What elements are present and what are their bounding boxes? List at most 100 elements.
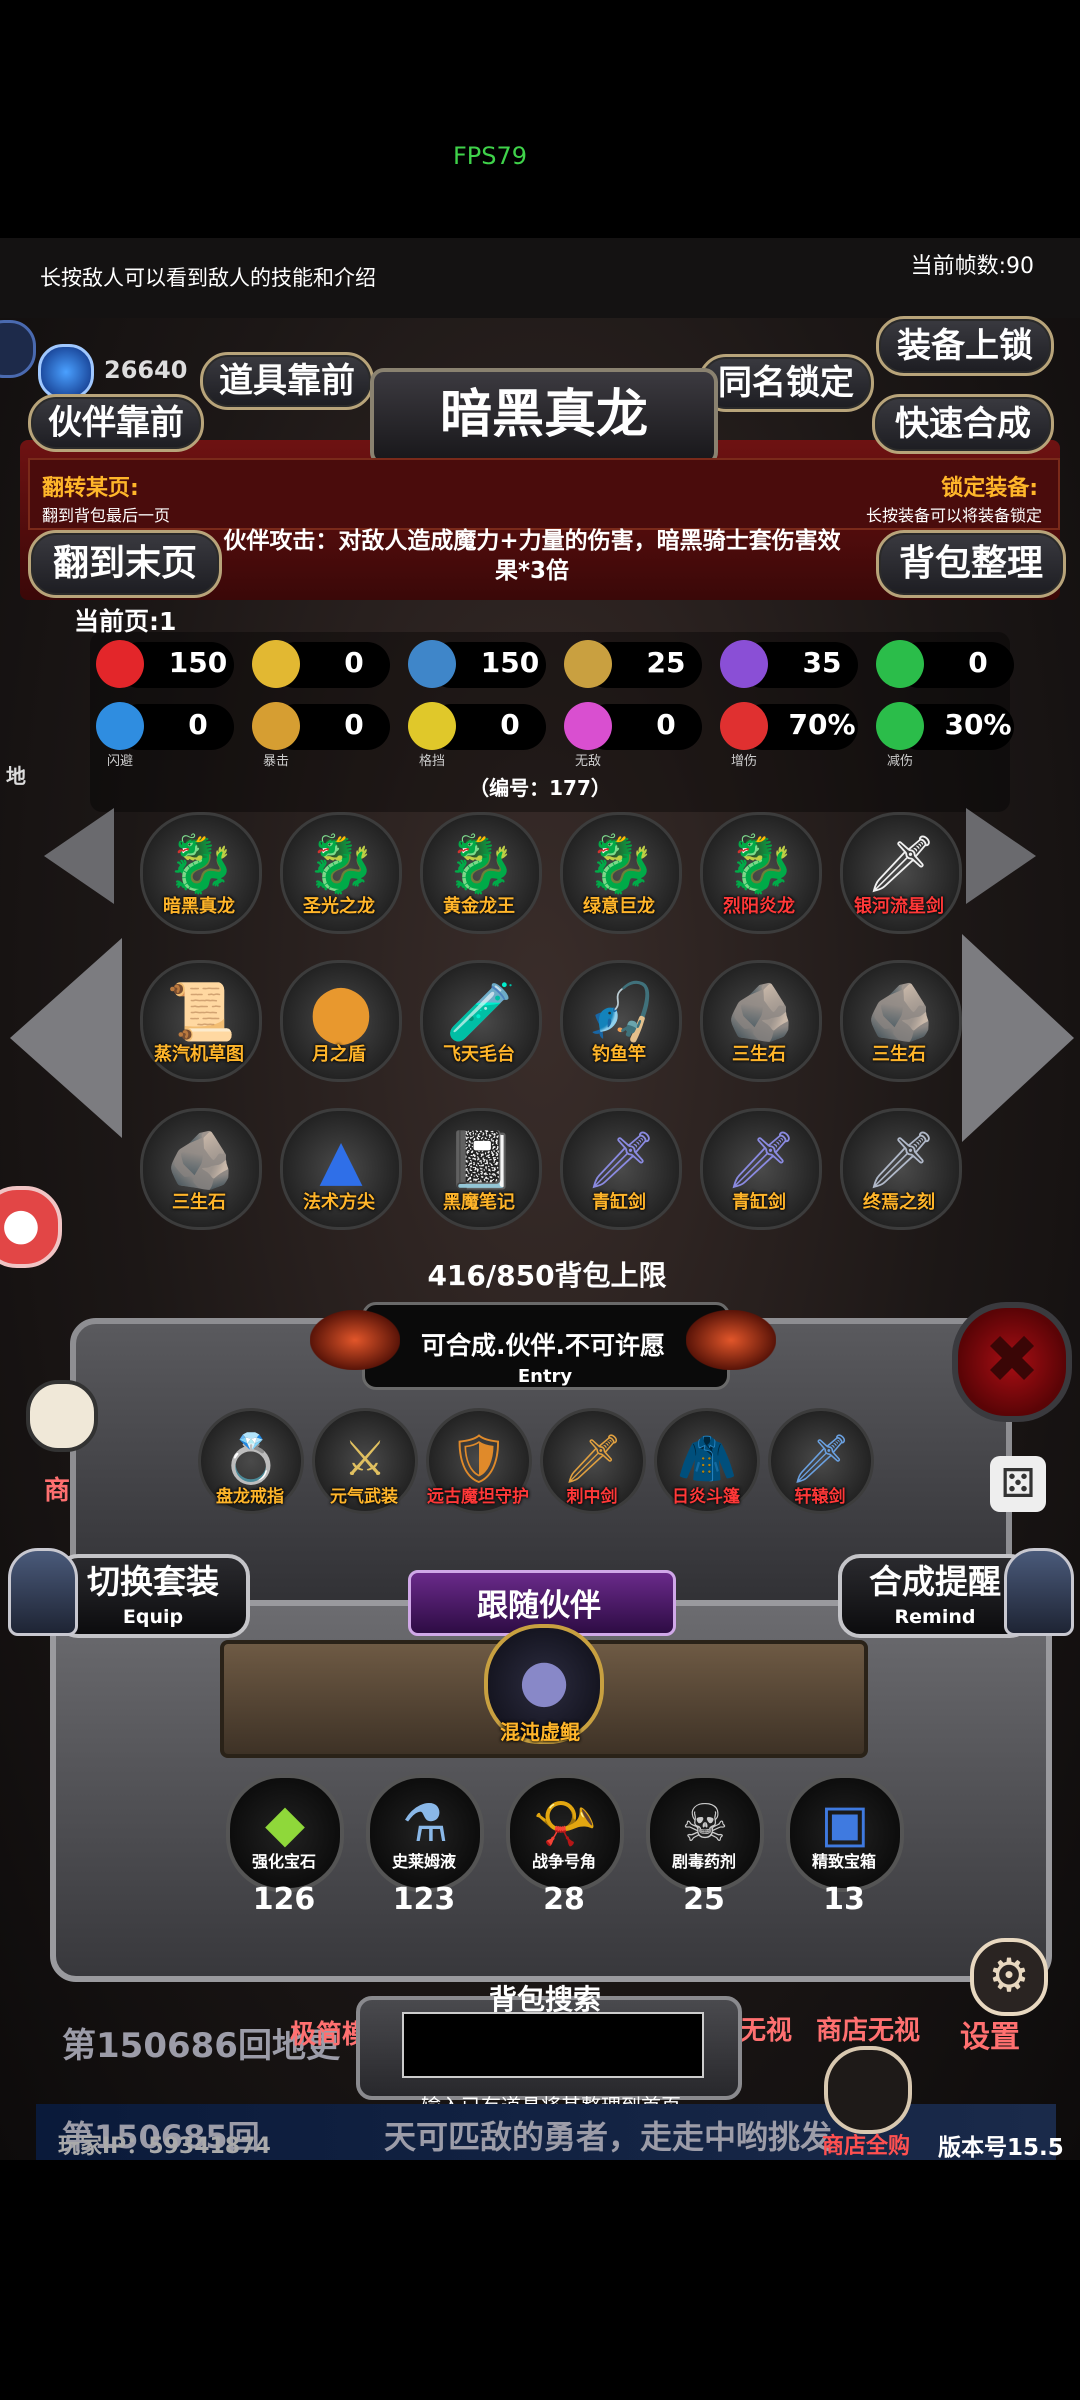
player-ip: 玩家IP：59341874 xyxy=(58,2134,271,2159)
stat-value: 0 xyxy=(344,708,364,741)
next-page-small-arrow[interactable] xyxy=(966,808,1036,904)
inventory-item-name: 终焉之刻 xyxy=(863,1192,935,1213)
item-id: （编号：177） xyxy=(469,776,611,800)
version-label: 版本号15.5 xyxy=(938,2135,1064,2161)
stat-value: 30% xyxy=(944,708,1012,741)
quick-merge-button[interactable]: 快速合成 xyxy=(872,394,1054,454)
material-name: 强化宝石 xyxy=(251,1852,316,1871)
shop-all-button[interactable]: 商店全购 xyxy=(822,2128,910,2160)
material-count: 25 xyxy=(683,1882,725,1917)
equipped-items-row: 💍 盘龙戒指 ⚔ 元气武装 🛡 远古魔坦守护 🗡 刺中剑 🧥 日炎斗篷 🗡 轩辕剑 xyxy=(198,1408,898,1528)
equipment-name: 元气武装 xyxy=(330,1487,398,1507)
helmet-deco-left xyxy=(8,1548,78,1636)
equip-lock-button[interactable]: 装备上锁 xyxy=(876,316,1054,376)
stat-value: 0 xyxy=(968,646,988,679)
settings-icon[interactable]: ⚙ xyxy=(970,1938,1048,2016)
lightning-icon xyxy=(720,640,768,688)
stat-value: 150 xyxy=(168,646,228,679)
prev-page-arrow[interactable] xyxy=(10,938,122,1138)
item-description: 伙伴攻击：对敌人造成魔力+力量的伤害，暗黑骑士套伤害效果*3倍 xyxy=(223,528,841,584)
damage-up-icon xyxy=(720,702,768,750)
items-first-button[interactable]: 道具靠前 xyxy=(200,352,374,410)
stat-value: 0 xyxy=(188,708,208,741)
material-slot[interactable]: ☠ xyxy=(646,1774,764,1892)
stat-value: 0 xyxy=(656,708,676,741)
gem-icon xyxy=(38,344,94,400)
stat-value: 35 xyxy=(802,646,842,679)
stat-value: 25 xyxy=(646,646,686,679)
stat-value: 0 xyxy=(500,708,520,741)
inventory-item-name: 三生石 xyxy=(872,1044,926,1065)
material-name: 精致宝箱 xyxy=(811,1852,876,1871)
stats-row-secondary: 闪避 0 暴击 0 格挡 0 无敌 0 增伤 70% 减伤 30% xyxy=(96,702,1036,769)
entry-text: 可合成.伙伴.不可许愿 xyxy=(421,1331,665,1360)
inventory-item-name: 月之盾 xyxy=(312,1044,366,1065)
crit-icon xyxy=(252,702,300,750)
flip-page-subtext: 翻到背包最后一页 xyxy=(42,506,171,525)
material-slot[interactable]: ⚗ xyxy=(366,1774,484,1892)
shop-no-look-label[interactable]: 商店无视 xyxy=(816,2010,920,2047)
stat-value: 0 xyxy=(344,646,364,679)
equipment-name: 轩辕剑 xyxy=(794,1487,846,1507)
inventory-item-name: 圣光之龙 xyxy=(303,896,375,917)
frame-counter: 当前帧数:90 xyxy=(910,254,1034,279)
same-name-lock-button[interactable]: 同名锁定 xyxy=(698,354,874,412)
inventory-item-name: 烈阳炎龙 xyxy=(723,896,795,917)
switch-set-button[interactable]: 切换套装 Equip xyxy=(56,1554,250,1638)
material-slot[interactable]: 📯 xyxy=(506,1774,624,1892)
equipment-name: 日炎斗篷 xyxy=(672,1487,740,1507)
damage-down-icon xyxy=(876,702,924,750)
no-look-label[interactable]: 无视 xyxy=(740,2010,792,2047)
stat-label: 增伤 xyxy=(730,754,757,769)
lock-equip-subtext: 长按装备可以将装备锁定 xyxy=(865,506,1042,525)
materials-row: ◆ 强化宝石 126 ⚗ 史莱姆液 123 📯 战争号角 28 ☠ 剧毒药剂 25 ▣ 精致宝箱 13 xyxy=(214,1774,914,1924)
material-slot[interactable]: ▣ xyxy=(786,1774,904,1892)
inventory-item-name: 黑魔笔记 xyxy=(443,1192,515,1213)
item-title: 暗黑真龙 xyxy=(370,368,718,466)
shop-side-button[interactable] xyxy=(26,1380,98,1452)
lock-equip-label: 锁定装备: xyxy=(941,476,1038,501)
strength-icon xyxy=(252,640,300,688)
inventory-item-name: 绿意巨龙 xyxy=(583,896,655,917)
close-icon: ✖ xyxy=(984,1321,1040,1398)
material-count: 126 xyxy=(252,1882,316,1917)
material-count: 13 xyxy=(823,1882,865,1917)
dodge-icon xyxy=(96,702,144,750)
switch-set-sublabel: Equip xyxy=(122,1606,184,1628)
follow-partner-name: 混沌虚鲲 xyxy=(500,1720,580,1744)
inventory-grid: 🐉 暗黑真龙 🐉 圣光之龙 🐉 黄金龙王 🐉 绿意巨龙 🐉 烈阳炎龙 🗡 银河流星剑 📜 蒸汽机草图 ⬤ 月之… xyxy=(140,812,970,1232)
equipment-name: 盘龙戒指 xyxy=(216,1487,284,1507)
follow-partner-label: 跟随伙伴 xyxy=(477,1588,601,1624)
stat-label: 暴击 xyxy=(262,754,289,769)
helmet-deco-right xyxy=(1004,1548,1074,1636)
fps-counter: FPS79 xyxy=(452,142,528,170)
material-count: 123 xyxy=(392,1882,456,1917)
inventory-item-name: 蒸汽机草图 xyxy=(154,1044,244,1065)
next-page-arrow[interactable] xyxy=(962,934,1074,1142)
prev-page-small-arrow[interactable] xyxy=(44,808,114,904)
close-button[interactable]: ✖ xyxy=(952,1302,1072,1422)
bag-sort-button[interactable]: 背包整理 xyxy=(876,530,1066,598)
flip-page-label: 翻转某页: xyxy=(42,476,139,501)
search-input[interactable] xyxy=(402,2012,704,2078)
invincible-icon xyxy=(564,702,612,750)
inventory-item-name: 黄金龙王 xyxy=(443,896,515,917)
merge-remind-button[interactable]: 合成提醒 Remind xyxy=(838,1554,1032,1638)
inventory-item-name: 法术方尖 xyxy=(303,1192,375,1213)
to-last-page-button[interactable]: 翻到末页 xyxy=(28,530,222,598)
dice-icon[interactable]: ⚄ xyxy=(990,1456,1046,1512)
stats-row-primary: 150 0 150 25 35 0 xyxy=(96,640,1036,690)
switch-set-label: 切换套装 xyxy=(87,1562,219,1601)
inventory-item-name: 钓鱼竿 xyxy=(592,1044,646,1065)
material-slot[interactable]: ◆ xyxy=(226,1774,344,1892)
inventory-item-name: 暗黑真龙 xyxy=(163,896,235,917)
inventory-item-name: 三生石 xyxy=(732,1044,786,1065)
partner-first-button[interactable]: 伙伴靠前 xyxy=(28,394,204,452)
inventory-item-name: 青缸剑 xyxy=(592,1192,646,1213)
inventory-item-name: 三生石 xyxy=(172,1192,226,1213)
shop-all-icon[interactable] xyxy=(824,2046,912,2134)
inventory-item-name: 飞天毛台 xyxy=(443,1044,515,1065)
settings-button[interactable]: 设置 xyxy=(960,2012,1020,2056)
clover-icon xyxy=(876,640,924,688)
material-name: 战争号角 xyxy=(531,1852,596,1871)
